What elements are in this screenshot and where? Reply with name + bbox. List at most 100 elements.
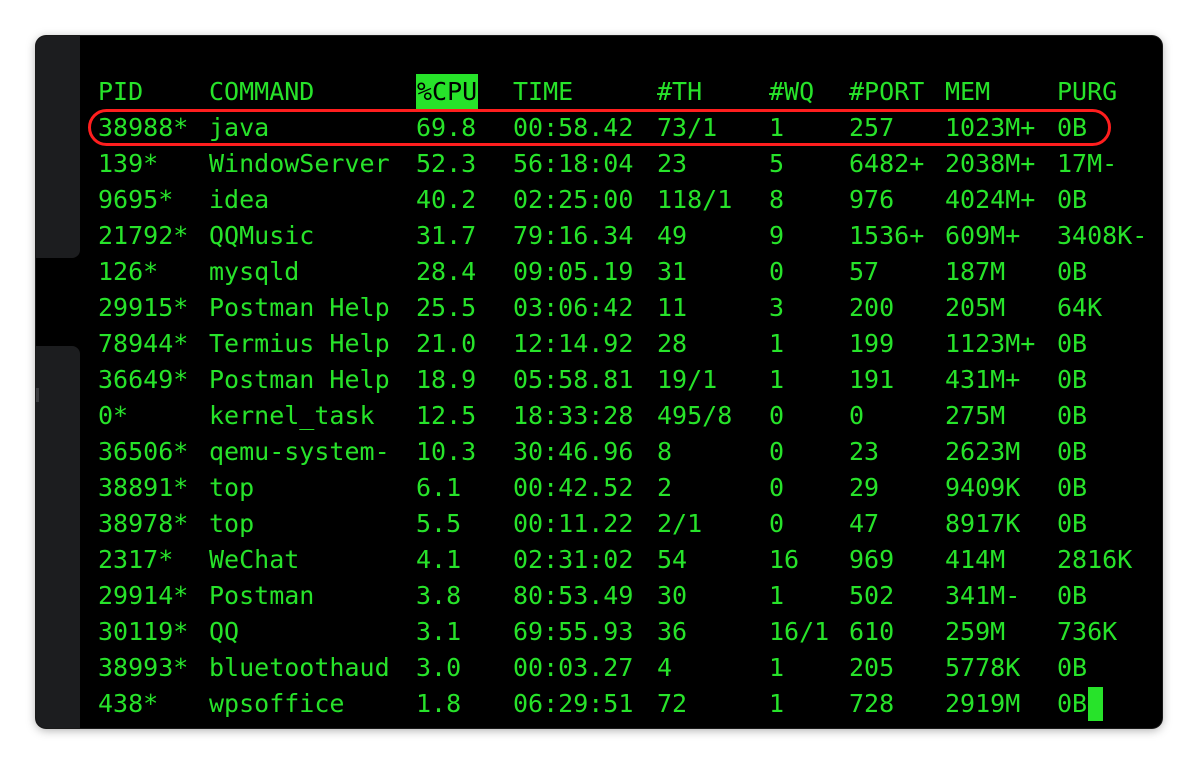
process-purgeable: 0B [1057, 581, 1088, 610]
process-pid: 29915* [98, 293, 189, 322]
process-pid: 30119* [98, 617, 189, 646]
process-command: idea [209, 185, 270, 214]
process-ports: 257 [849, 113, 895, 142]
process-workqueue: 9 [769, 221, 785, 250]
header-command: COMMAND [209, 77, 315, 106]
table-row: 21792* QQMusic 31.7 79:16.34 49 9 1536+ 609M+ 34… [98, 218, 1162, 254]
process-cpu: 1.8 [416, 689, 462, 718]
table-row: 9695* idea 40.2 02:25:00 118/1 8 976 4024M+ 0B [98, 182, 1162, 218]
process-workqueue: 16/1 [769, 617, 830, 646]
process-pid: 29914* [98, 581, 189, 610]
table-row: 38993* bluetoothaud 3.0 00:03.27 4 1 205 5778K 0… [98, 650, 1162, 686]
process-memory: 609M+ [945, 221, 1021, 250]
process-ports: 23 [849, 437, 880, 466]
sidebar-panel-top [36, 36, 80, 258]
sidebar-panel-bottom [36, 346, 80, 728]
process-cpu: 3.8 [416, 581, 462, 610]
table-row: 0* kernel_task 12.5 18:33:28 495/8 0 0 275M 0B [98, 398, 1162, 434]
process-command: top [209, 473, 255, 502]
process-threads: 19/1 [657, 365, 718, 394]
process-memory: 431M+ [945, 365, 1021, 394]
table-row-highlighted: 38988* java 69.8 00:58.42 73/1 1 257 1023M+ 0B [98, 110, 1162, 146]
header-memory: MEM [945, 77, 991, 106]
terminal-window[interactable]: PID COMMAND %CPU TIME #TH #WQ #PORT MEM … [36, 36, 1162, 728]
process-purgeable: 0B [1057, 257, 1088, 286]
process-ports: 976 [849, 185, 895, 214]
process-cpu: 3.1 [416, 617, 462, 646]
process-threads: 73/1 [657, 113, 718, 142]
table-row: 30119* QQ 3.1 69:55.93 36 16/1 610 259M 736K [98, 614, 1162, 650]
process-threads: 72 [657, 689, 688, 718]
header-threads: #TH [657, 77, 703, 106]
process-time: 79:16.34 [513, 221, 634, 250]
process-workqueue: 0 [769, 509, 785, 538]
process-memory: 4024M+ [945, 185, 1036, 214]
process-ports: 610 [849, 617, 895, 646]
process-command: QQMusic [209, 221, 315, 250]
process-purgeable: 0B [1057, 329, 1088, 358]
process-ports: 57 [849, 257, 880, 286]
process-purgeable: 736K [1057, 617, 1118, 646]
process-command: QQ [209, 617, 240, 646]
process-cpu: 12.5 [416, 401, 477, 430]
process-command: kernel_task [209, 401, 375, 430]
process-purgeable: 64K [1057, 293, 1103, 322]
process-memory: 2623M [945, 437, 1021, 466]
process-purgeable: 2816K [1057, 545, 1133, 574]
process-cpu: 5.5 [416, 509, 462, 538]
process-ports: 728 [849, 689, 895, 718]
process-cpu: 69.8 [416, 113, 477, 142]
process-time: 00:03.27 [513, 653, 634, 682]
process-time: 00:11.22 [513, 509, 634, 538]
process-command: Postman Help [209, 293, 390, 322]
process-command: Termius Help [209, 329, 390, 358]
process-purgeable: 0B [1057, 689, 1088, 718]
header-time: TIME [513, 77, 574, 106]
process-time: 80:53.49 [513, 581, 634, 610]
table-header-row: PID COMMAND %CPU TIME #TH #WQ #PORT MEM … [98, 74, 1162, 110]
process-cpu: 18.9 [416, 365, 477, 394]
process-workqueue: 1 [769, 113, 785, 142]
table-row: 2317* WeChat 4.1 02:31:02 54 16 969 414M 2816K [98, 542, 1162, 578]
process-time: 06:29:51 [513, 689, 634, 718]
process-threads: 49 [657, 221, 688, 250]
process-purgeable: 0B [1057, 509, 1088, 538]
process-memory: 341M- [945, 581, 1021, 610]
process-command: java [209, 113, 270, 142]
process-cpu: 10.3 [416, 437, 477, 466]
process-threads: 36 [657, 617, 688, 646]
process-pid: 78944* [98, 329, 189, 358]
process-cpu: 3.0 [416, 653, 462, 682]
process-purgeable: 0B [1057, 365, 1088, 394]
process-workqueue: 1 [769, 581, 785, 610]
process-workqueue: 5 [769, 149, 785, 178]
process-cpu: 6.1 [416, 473, 462, 502]
table-row: 139* WindowServer 52.3 56:18:04 23 5 6482+ 2038… [98, 146, 1162, 182]
process-threads: 23 [657, 149, 688, 178]
process-workqueue: 0 [769, 473, 785, 502]
process-cpu: 28.4 [416, 257, 477, 286]
process-ports: 1536+ [849, 221, 925, 250]
process-memory: 187M [945, 257, 1006, 286]
process-time: 09:05.19 [513, 257, 634, 286]
process-threads: 54 [657, 545, 688, 574]
process-memory: 1123M+ [945, 329, 1036, 358]
process-pid: 126* [98, 257, 159, 286]
process-time: 56:18:04 [513, 149, 634, 178]
process-time: 03:06:42 [513, 293, 634, 322]
process-command: bluetoothaud [209, 653, 390, 682]
process-workqueue: 0 [769, 437, 785, 466]
process-threads: 2/1 [657, 509, 703, 538]
process-purgeable: 0B [1057, 113, 1088, 142]
process-time: 30:46.96 [513, 437, 634, 466]
process-memory: 414M [945, 545, 1006, 574]
process-threads: 28 [657, 329, 688, 358]
terminal-cursor [1088, 687, 1103, 721]
sidebar-resize-handle[interactable] [36, 388, 39, 402]
process-workqueue: 16 [769, 545, 800, 574]
header-purgeable: PURG [1057, 77, 1118, 106]
process-pid: 2317* [98, 545, 174, 574]
process-cpu: 31.7 [416, 221, 477, 250]
process-pid: 36649* [98, 365, 189, 394]
process-memory: 2919M [945, 689, 1021, 718]
